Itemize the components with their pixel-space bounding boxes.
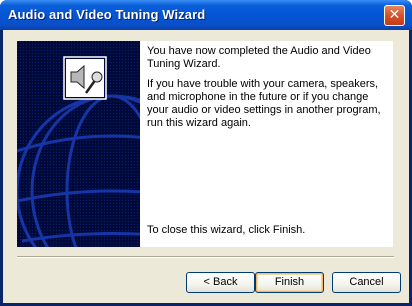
- window-title: Audio and Video Tuning Wizard: [8, 7, 206, 22]
- wizard-side-banner: [17, 41, 140, 247]
- close-instruction: To close this wizard, click Finish.: [147, 224, 306, 236]
- wizard-content: You have now completed the Audio and Vid…: [140, 41, 393, 247]
- completion-message: You have now completed the Audio and Vid…: [147, 45, 371, 70]
- troubleshoot-message: If you have trouble with your camera, sp…: [147, 78, 381, 129]
- button-separator: [17, 256, 394, 258]
- close-icon: ✕: [388, 7, 401, 23]
- cancel-button[interactable]: Cancel: [332, 272, 401, 293]
- close-button[interactable]: ✕: [384, 5, 405, 26]
- globe-graphic: [17, 41, 140, 247]
- wizard-window: Audio and Video Tuning Wizard ✕ You have…: [0, 0, 412, 306]
- back-button[interactable]: < Back: [186, 272, 255, 293]
- dialog-body: You have now completed the Audio and Vid…: [3, 30, 409, 303]
- finish-button[interactable]: Finish: [255, 272, 324, 293]
- speaker-microphone-icon: [63, 56, 107, 100]
- title-bar[interactable]: Audio and Video Tuning Wizard ✕: [0, 0, 412, 30]
